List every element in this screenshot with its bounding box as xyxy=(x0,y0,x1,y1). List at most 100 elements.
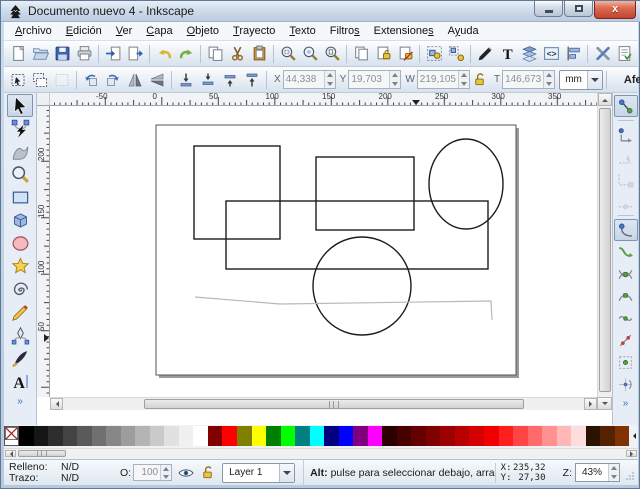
h-spinner[interactable] xyxy=(543,71,554,88)
menu-archivo[interactable]: Archivo xyxy=(8,23,59,39)
duplicate-button[interactable] xyxy=(350,43,372,65)
menu-ver[interactable]: Ver xyxy=(109,23,140,39)
palette-swatch[interactable] xyxy=(440,426,455,446)
palette-swatch[interactable] xyxy=(19,426,34,446)
palette-swatch[interactable] xyxy=(179,426,194,446)
close-button[interactable]: x xyxy=(594,1,636,19)
palette-swatch[interactable] xyxy=(237,426,252,446)
palette-swatch[interactable] xyxy=(397,426,412,446)
tool-tweak[interactable] xyxy=(7,140,33,163)
fill-stroke-button[interactable] xyxy=(474,43,496,65)
palette-swatch[interactable] xyxy=(542,426,557,446)
text-dialog-button[interactable]: T xyxy=(496,43,518,65)
menu-edicion[interactable]: Edición xyxy=(59,23,109,39)
raise-to-top-button[interactable] xyxy=(241,69,263,91)
scroll-down-button[interactable] xyxy=(597,397,612,410)
zoom-page-button[interactable] xyxy=(321,43,343,65)
zoom-spinner[interactable] xyxy=(608,464,619,481)
swatch-none[interactable] xyxy=(4,426,19,446)
palette-scroll-left-button[interactable] xyxy=(5,450,16,457)
snap-midpoints-button[interactable] xyxy=(614,329,638,351)
palette-swatch[interactable] xyxy=(469,426,484,446)
palette-scroll-right-button[interactable] xyxy=(626,450,637,457)
snap-rotation-centers-button[interactable] xyxy=(614,373,638,395)
tool-calligraphy[interactable] xyxy=(7,347,33,370)
flip-vertical-button[interactable] xyxy=(146,69,168,91)
unit-select[interactable]: mm xyxy=(559,70,603,90)
xml-editor-button[interactable]: <> xyxy=(540,43,562,65)
paste-button[interactable] xyxy=(248,43,270,65)
palette-swatch[interactable] xyxy=(135,426,150,446)
snap-centers-button[interactable] xyxy=(614,351,638,373)
palette-swatch[interactable] xyxy=(615,426,630,446)
drawing-canvas[interactable] xyxy=(50,106,597,397)
tool-selector[interactable] xyxy=(7,94,33,117)
tool-ellipse[interactable] xyxy=(7,232,33,255)
width-input[interactable]: 219,105 xyxy=(417,70,470,89)
redo-button[interactable] xyxy=(175,43,197,65)
palette-swatch[interactable] xyxy=(513,426,528,446)
snap-cusp-nodes-button[interactable] xyxy=(614,285,638,307)
palette-swatch[interactable] xyxy=(382,426,397,446)
palette-swatch[interactable] xyxy=(310,426,325,446)
palette-swatch[interactable] xyxy=(455,426,470,446)
export-button[interactable] xyxy=(124,43,146,65)
maximize-button[interactable] xyxy=(564,1,593,17)
palette-swatch[interactable] xyxy=(34,426,49,446)
align-dialog-button[interactable] xyxy=(562,43,584,65)
tool-box3d[interactable] xyxy=(7,209,33,232)
tool-node[interactable] xyxy=(7,117,33,140)
zoom-selection-button[interactable] xyxy=(277,43,299,65)
opacity-input[interactable]: 100 xyxy=(133,464,172,481)
menu-filtros[interactable]: Filtros xyxy=(323,23,367,39)
x-input[interactable]: 44,338 xyxy=(283,70,336,89)
palette-swatch[interactable] xyxy=(222,426,237,446)
tool-star[interactable] xyxy=(7,255,33,278)
tool-text[interactable]: A xyxy=(7,370,33,393)
palette-swatch[interactable] xyxy=(411,426,426,446)
rotate-cw-button[interactable] xyxy=(102,69,124,91)
import-button[interactable] xyxy=(102,43,124,65)
titlebar[interactable]: Documento nuevo 4 - Inkscape x xyxy=(1,1,640,22)
palette-swatch[interactable] xyxy=(252,426,267,446)
unlink-clone-button[interactable] xyxy=(394,43,416,65)
palette-swatch[interactable] xyxy=(150,426,165,446)
palette-swatch[interactable] xyxy=(600,426,615,446)
preferences-button[interactable] xyxy=(591,43,613,65)
palette-swatch[interactable] xyxy=(121,426,136,446)
cut-button[interactable] xyxy=(226,43,248,65)
palette-swatch[interactable] xyxy=(77,426,92,446)
palette-swatch[interactable] xyxy=(528,426,543,446)
snapbar-overflow-chevron[interactable]: » xyxy=(613,398,638,409)
palette-swatch[interactable] xyxy=(339,426,354,446)
lower-button[interactable] xyxy=(197,69,219,91)
vertical-scroll-thumb[interactable] xyxy=(599,108,611,392)
snap-smooth-nodes-button[interactable] xyxy=(614,307,638,329)
vertical-scrollbar[interactable] xyxy=(597,93,612,410)
tool-zoom[interactable] xyxy=(7,163,33,186)
scroll-up-button[interactable] xyxy=(598,93,612,106)
palette-swatch[interactable] xyxy=(571,426,586,446)
deselect-button[interactable] xyxy=(51,69,73,91)
y-input[interactable]: 19,703 xyxy=(348,70,401,89)
new-button[interactable] xyxy=(7,43,29,65)
palette-scrollbar[interactable] xyxy=(4,448,638,458)
x-spinner[interactable] xyxy=(324,71,335,88)
palette-swatch[interactable] xyxy=(281,426,296,446)
palette-swatch[interactable] xyxy=(48,426,63,446)
layer-select[interactable]: Layer 1 xyxy=(222,463,295,483)
palette-swatch[interactable] xyxy=(63,426,78,446)
snap-bbox-midpoints-button[interactable] xyxy=(614,190,638,212)
chevron-down-icon[interactable] xyxy=(279,464,294,482)
y-spinner[interactable] xyxy=(389,71,400,88)
snap-nodes-button[interactable] xyxy=(614,219,638,241)
scroll-left-button[interactable] xyxy=(50,398,63,410)
lock-ratio-icon[interactable] xyxy=(472,72,488,88)
w-spinner[interactable] xyxy=(458,71,469,88)
minimize-button[interactable] xyxy=(534,1,563,17)
rotate-ccw-button[interactable] xyxy=(80,69,102,91)
scroll-right-button[interactable] xyxy=(584,398,597,410)
menu-objeto[interactable]: Objeto xyxy=(180,23,226,39)
layers-dialog-button[interactable] xyxy=(518,43,540,65)
height-input[interactable]: 146,673 xyxy=(502,70,555,89)
